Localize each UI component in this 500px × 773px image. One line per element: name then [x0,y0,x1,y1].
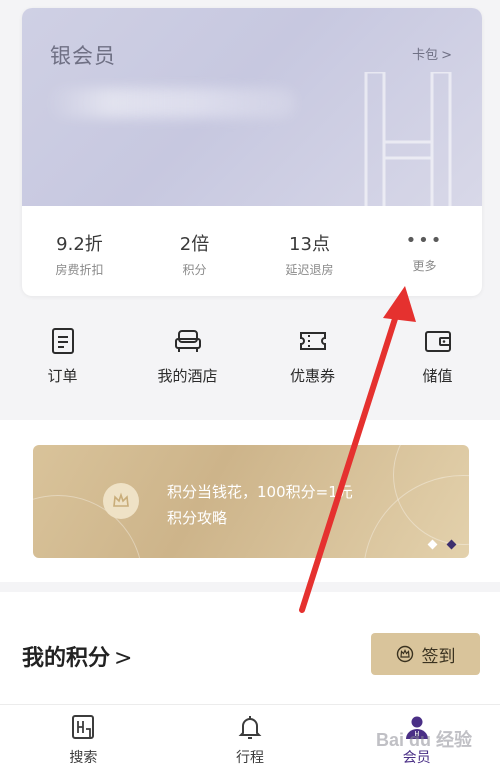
member-page: 银会员 卡包 > 9.2折 房费折扣 2倍 积分 13点 延迟退房 ••• 更多… [0,0,500,773]
stat-discount[interactable]: 9.2折 房费折扣 [22,206,137,296]
stat-late-checkout[interactable]: 13点 延迟退房 [252,206,367,296]
stat-value: 9.2折 [56,234,103,255]
wallet-icon [424,331,451,352]
quick-item-label: 优惠券 [289,367,335,385]
more-dots-icon: ••• [405,230,444,251]
quick-item-stored-value[interactable]: 储值 [375,312,500,412]
banner-subline: 积分攻略 [167,509,228,527]
tab-search[interactable]: 搜索 [0,705,167,773]
stat-label: 更多 [412,259,437,273]
hotel-search-icon [72,715,95,739]
banner-headline: 积分当钱花，100积分=1元 [167,483,353,501]
card-header: 银会员 卡包 > [22,8,482,206]
pager-dot-active [427,539,438,550]
baidu-watermark: Bai du 经验 [375,730,472,750]
card-wallet-link[interactable]: 卡包 > [412,44,452,63]
tab-label: 行程 [236,750,264,766]
benefit-stats: 9.2折 房费折扣 2倍 积分 13点 延迟退房 ••• 更多 [22,206,482,296]
member-level-title: 银会员 [50,44,116,68]
coupon-icon [299,332,326,350]
pager-dot [446,539,457,550]
sign-in-button[interactable]: 签到 [371,633,480,675]
points-promo-banner[interactable]: 积分当钱花，100积分=1元 积分攻略 [33,445,469,558]
chevron-right-icon: > [114,646,133,671]
quick-item-my-hotels[interactable]: 我的酒店 [125,312,250,412]
order-icon [51,328,74,354]
quick-item-label: 储值 [422,367,453,385]
crown-circle-icon [396,645,413,663]
banner-pager [427,539,457,550]
my-points-link[interactable]: 我的积分 > [22,640,132,672]
stat-value: 2倍 [179,234,210,255]
quick-item-label: 我的酒店 [157,367,218,385]
stat-label: 积分 [182,263,207,277]
bed-icon [174,330,201,352]
stat-points-multiplier[interactable]: 2倍 积分 [137,206,252,296]
blurred-card-number [46,88,296,118]
h-logo-icon [364,72,452,206]
stat-more[interactable]: ••• 更多 [367,206,482,296]
card-wallet-label: 卡包 [412,48,439,63]
stat-label: 延迟退房 [285,263,334,277]
stat-value: 13点 [289,234,330,255]
tab-itinerary[interactable]: 行程 [167,705,334,773]
quick-item-orders[interactable]: 订单 [0,312,125,412]
chevron-right-icon: > [441,48,452,63]
my-points-title: 我的积分 [22,646,111,671]
bell-icon [238,716,262,739]
member-card[interactable]: 银会员 卡包 > 9.2折 房费折扣 2倍 积分 13点 延迟退房 ••• 更多 [22,8,482,296]
tab-label: 搜索 [69,750,98,766]
quick-menu: 订单 我的酒店 优惠券 储值 [0,312,500,412]
stat-label: 房费折扣 [55,263,104,277]
sign-in-label: 签到 [421,646,456,667]
quick-item-coupons[interactable]: 优惠券 [250,312,375,412]
crown-icon [103,483,139,519]
quick-item-label: 订单 [47,367,78,385]
